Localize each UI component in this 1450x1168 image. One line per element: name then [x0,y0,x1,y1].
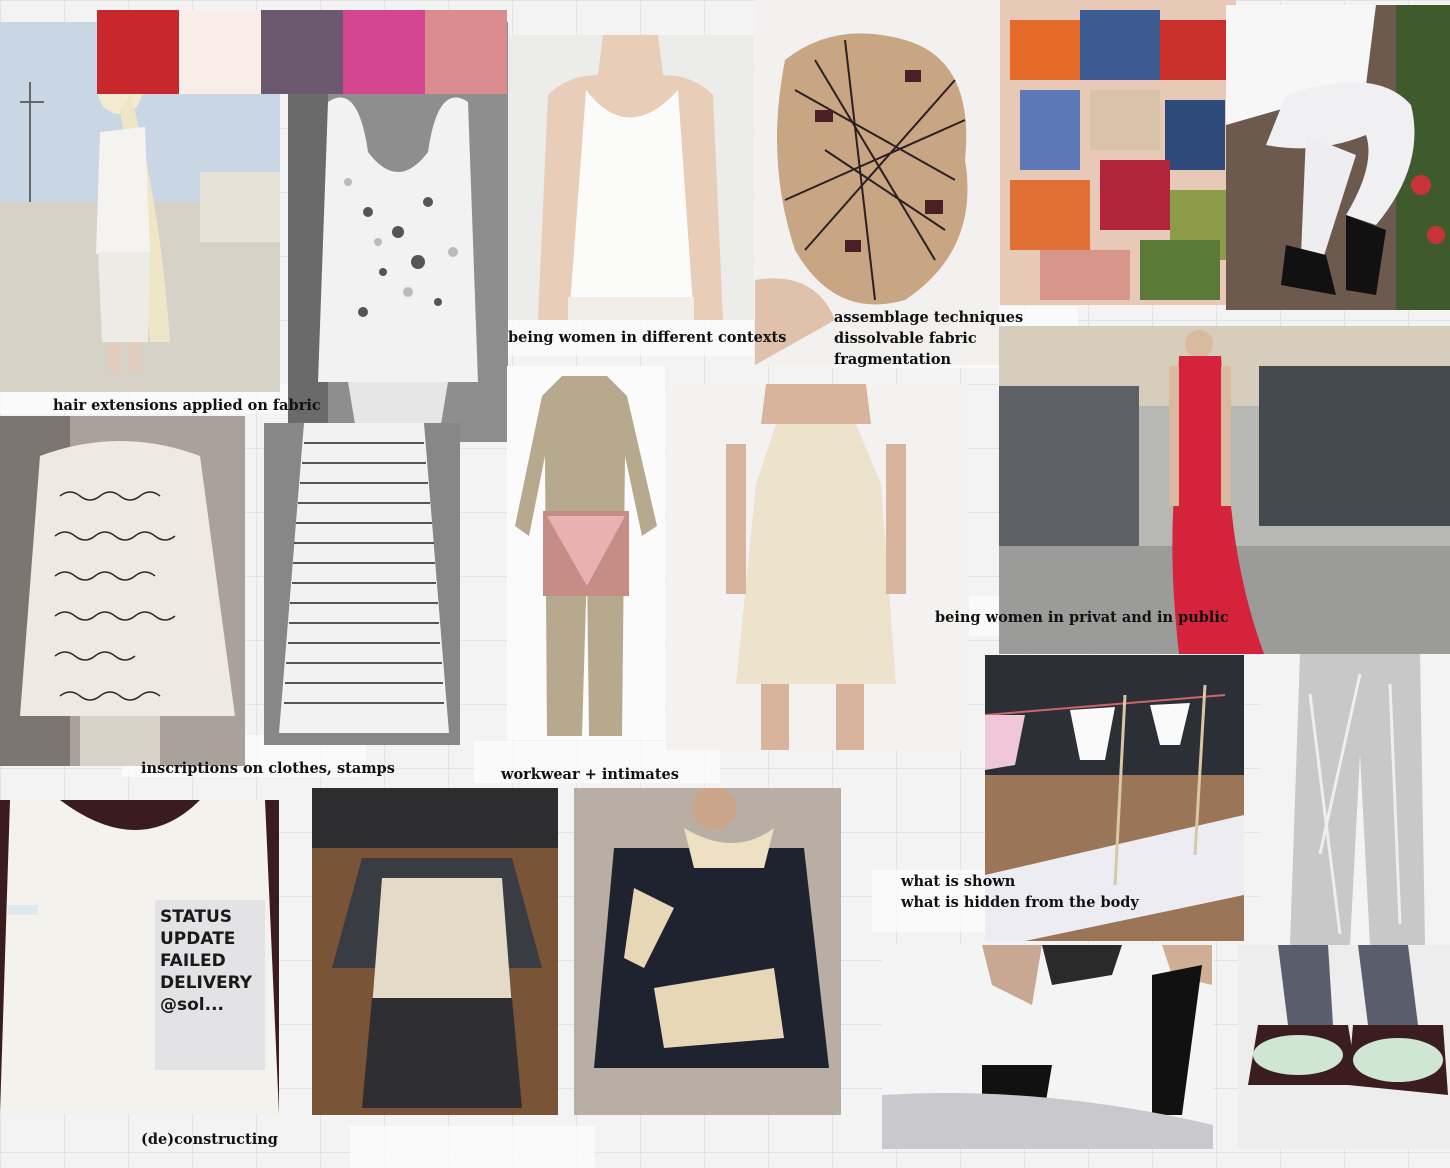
label-deconstructing: (de)constructing [141,1131,278,1148]
photo-workwear-jumpsuit [507,366,665,740]
photo-legs-boots [882,945,1213,1149]
label-women-contexts: being women in different contexts [508,329,787,346]
color-swatch [179,10,261,94]
stamp-text: STATUS UPDATE FAILED DELIVERY @sol... [160,907,253,1015]
label-inscriptions: inscriptions on clothes, stamps [141,760,395,777]
color-swatch [343,10,425,94]
color-swatch [97,10,179,94]
label-workwear: workwear + intimates [501,766,679,783]
label-assemblage: assemblage techniques dissolvable fabric… [834,309,1024,368]
photo-red-dress [999,326,1450,654]
label-hair-extensions: hair extensions applied on fabric [53,397,321,414]
photo-slip-dress [666,384,969,750]
label-privat-public: being women in privat and in public [935,609,1229,626]
photo-white-tank [508,35,754,320]
photo-silver-pants [1260,654,1450,945]
photo-script-jacket [0,416,245,766]
card [350,1126,595,1168]
photo-socks-shoes [1238,945,1450,1149]
color-swatch [261,10,343,94]
photo-deconstructed-top [312,788,558,1115]
color-swatch [425,10,507,94]
label-shown-hidden: what is shown what is hidden from the bo… [901,873,1139,911]
photo-deconstructed-knit [574,788,841,1115]
photo-inscribed-skirt [264,423,460,745]
photo-patchwork [1000,0,1236,305]
photo-white-tights [1226,5,1450,310]
